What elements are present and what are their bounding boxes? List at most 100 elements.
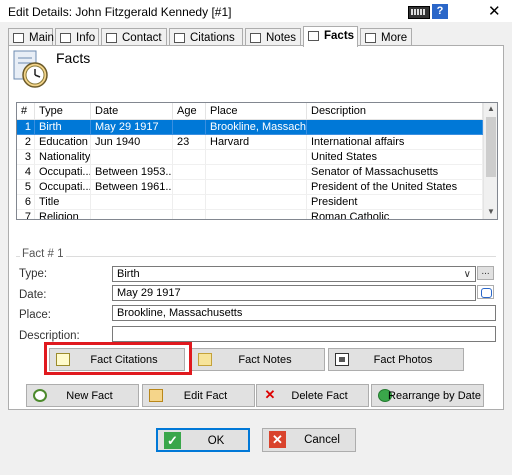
- column-header-description[interactable]: Description: [307, 103, 483, 120]
- tab-more[interactable]: More: [360, 28, 412, 46]
- fact-photos-button[interactable]: Fact Photos: [328, 348, 464, 371]
- type-select[interactable]: Birth ∨: [112, 266, 476, 282]
- cell-place: [206, 210, 307, 219]
- person-card-icon: [13, 33, 24, 43]
- type-value: Birth: [117, 268, 140, 280]
- cell-place: [206, 165, 307, 180]
- new-fact-button[interactable]: New Fact: [26, 384, 139, 407]
- check-icon: ✓: [164, 432, 181, 449]
- citation-icon: [174, 33, 185, 43]
- cancel-button[interactable]: ✕ Cancel: [262, 428, 356, 452]
- delete-fact-button[interactable]: ✕ Delete Fact: [256, 384, 369, 407]
- cell-age: 23: [173, 135, 206, 150]
- button-label: Fact Photos: [373, 354, 433, 366]
- ok-button[interactable]: ✓ OK: [156, 428, 250, 452]
- facts-grid[interactable]: # Type Date Age Place Description 1 Birt…: [16, 102, 498, 220]
- cell-description: International affairs: [307, 135, 483, 150]
- column-header-num[interactable]: #: [17, 103, 35, 120]
- help-button[interactable]: ?: [432, 4, 448, 19]
- cell-num: 5: [17, 180, 35, 195]
- place-field[interactable]: Brookline, Massachusetts: [112, 305, 496, 321]
- cell-place: [206, 150, 307, 165]
- scroll-down-icon[interactable]: ▼: [484, 207, 497, 216]
- cell-type: Religion: [35, 210, 91, 219]
- table-row[interactable]: 5 Occupati... Between 1961... President …: [17, 180, 483, 195]
- rearrange-by-date-button[interactable]: Rearrange by Date: [371, 384, 484, 407]
- cell-description: United States: [307, 150, 483, 165]
- clock-document-icon: [13, 50, 48, 88]
- button-label: Rearrange by Date: [388, 390, 481, 402]
- tab-label: Facts: [324, 30, 355, 42]
- cancel-x-icon: ✕: [269, 431, 286, 448]
- table-row[interactable]: 3 Nationality United States: [17, 150, 483, 165]
- keyboard-icon[interactable]: [408, 6, 430, 19]
- window-title: Edit Details: John Fitzgerald Kennedy [#…: [8, 5, 232, 19]
- cell-date: Between 1953...: [91, 165, 173, 180]
- tab-info[interactable]: Info: [55, 28, 99, 46]
- close-button[interactable]: ✕: [488, 2, 501, 20]
- scroll-up-icon[interactable]: ▲: [484, 104, 497, 113]
- description-field[interactable]: [112, 326, 496, 342]
- cell-num: 7: [17, 210, 35, 219]
- column-header-type[interactable]: Type: [35, 103, 91, 120]
- more-icon: [365, 33, 376, 43]
- type-browse-button[interactable]: ...: [477, 266, 494, 280]
- table-row[interactable]: 7 Religion Roman Catholic: [17, 210, 483, 219]
- cell-place: Brookline, Massach...: [206, 120, 307, 135]
- tab-notes[interactable]: Notes: [245, 28, 301, 46]
- date-field[interactable]: May 29 1917: [112, 285, 476, 301]
- cell-date: [91, 195, 173, 210]
- tab-main[interactable]: Main: [8, 28, 54, 46]
- column-header-place[interactable]: Place: [206, 103, 307, 120]
- cell-num: 1: [17, 120, 35, 135]
- table-row[interactable]: 1 Birth May 29 1917 Brookline, Massach..…: [17, 120, 483, 135]
- calendar-icon[interactable]: [477, 285, 494, 299]
- cell-type: Occupati...: [35, 180, 91, 195]
- place-value: Brookline, Massachusetts: [117, 307, 243, 319]
- fact-notes-button[interactable]: Fact Notes: [191, 348, 325, 371]
- cell-age: [173, 150, 206, 165]
- tab-facts[interactable]: Facts: [303, 26, 358, 47]
- cell-num: 2: [17, 135, 35, 150]
- date-value: May 29 1917: [117, 287, 181, 299]
- button-label: Delete Fact: [291, 390, 348, 402]
- chevron-down-icon[interactable]: ∨: [464, 267, 471, 281]
- house-icon: [106, 33, 117, 43]
- cell-type: Nationality: [35, 150, 91, 165]
- cell-type: Title: [35, 195, 91, 210]
- date-label: Date:: [19, 289, 47, 301]
- cell-type: Education: [35, 135, 91, 150]
- cell-num: 3: [17, 150, 35, 165]
- tab-citations[interactable]: Citations: [169, 28, 243, 46]
- tab-contact[interactable]: Contact: [101, 28, 167, 46]
- cell-description: [307, 120, 483, 135]
- edit-fact-button[interactable]: Edit Fact: [142, 384, 255, 407]
- button-label: Fact Notes: [238, 354, 292, 366]
- button-label: OK: [207, 435, 225, 447]
- cell-num: 6: [17, 195, 35, 210]
- cell-date: May 29 1917: [91, 120, 173, 135]
- title-bar: Edit Details: John Fitzgerald Kennedy [#…: [0, 0, 512, 22]
- cell-date: Jun 1940: [91, 135, 173, 150]
- cell-age: [173, 180, 206, 195]
- cell-age: [173, 165, 206, 180]
- cell-age: [173, 195, 206, 210]
- cell-description: President of the United States: [307, 180, 483, 195]
- type-label: Type:: [19, 268, 48, 280]
- cell-type: Occupati...: [35, 165, 91, 180]
- table-row[interactable]: 6 Title President: [17, 195, 483, 210]
- cell-place: Harvard: [206, 135, 307, 150]
- column-header-age[interactable]: Age: [173, 103, 206, 120]
- column-header-date[interactable]: Date: [91, 103, 173, 120]
- grid-scrollbar[interactable]: ▲ ▼: [483, 103, 497, 219]
- info-list-icon: [60, 33, 71, 43]
- scroll-thumb[interactable]: [486, 117, 496, 177]
- cell-type: Birth: [35, 120, 91, 135]
- fact-legend: Fact # 1: [20, 248, 66, 260]
- place-label: Place:: [19, 309, 51, 321]
- table-row[interactable]: 2 Education Jun 1940 23 Harvard Internat…: [17, 135, 483, 150]
- cell-place: [206, 195, 307, 210]
- cell-date: [91, 150, 173, 165]
- cell-date: Between 1961...: [91, 180, 173, 195]
- table-row[interactable]: 4 Occupati... Between 1953... Senator of…: [17, 165, 483, 180]
